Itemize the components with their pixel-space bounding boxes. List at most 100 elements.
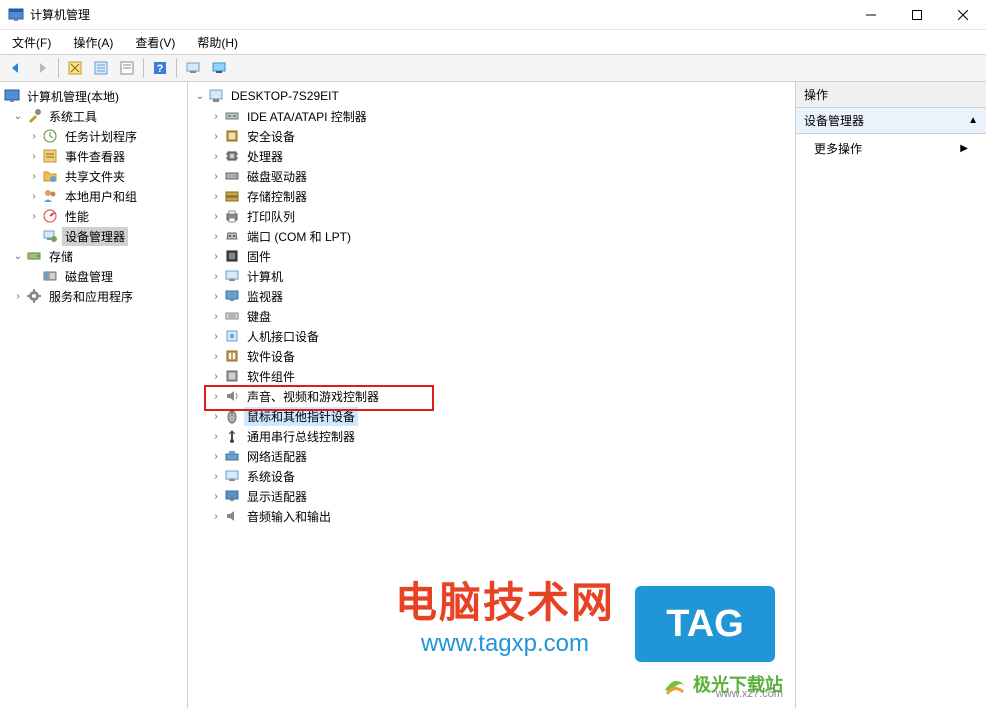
- device-security[interactable]: › 安全设备: [188, 126, 795, 146]
- device-system[interactable]: ›系统设备: [188, 466, 795, 486]
- toolbar: ?: [0, 54, 986, 82]
- chevron-right-icon: ▶: [960, 143, 968, 154]
- expand-icon[interactable]: ›: [210, 210, 222, 222]
- tree-label: 固件: [244, 247, 274, 266]
- tree-device-manager[interactable]: 设备管理器: [0, 226, 187, 246]
- menu-file[interactable]: 文件(F): [8, 32, 55, 53]
- expand-icon[interactable]: ›: [28, 190, 40, 202]
- expand-icon[interactable]: ›: [210, 130, 222, 142]
- ide-icon: [224, 108, 240, 124]
- expand-icon[interactable]: ›: [210, 290, 222, 302]
- tree-label: 安全设备: [244, 127, 298, 146]
- expand-icon[interactable]: ›: [28, 130, 40, 142]
- expand-icon[interactable]: ›: [210, 250, 222, 262]
- menu-action[interactable]: 操作(A): [69, 32, 117, 53]
- expand-icon[interactable]: ›: [210, 270, 222, 282]
- users-icon: [42, 188, 58, 204]
- expand-icon[interactable]: ›: [210, 430, 222, 442]
- device-root[interactable]: ⌄ DESKTOP-7S29EIT: [188, 86, 795, 106]
- show-hide-button[interactable]: [63, 57, 87, 79]
- toolbar-separator: [58, 58, 59, 78]
- expand-icon[interactable]: ›: [210, 410, 222, 422]
- device-print-queue[interactable]: ›打印队列: [188, 206, 795, 226]
- expand-icon[interactable]: ›: [210, 230, 222, 242]
- collapse-icon[interactable]: ⌄: [12, 250, 24, 262]
- expand-icon[interactable]: ›: [210, 190, 222, 202]
- menu-help[interactable]: 帮助(H): [193, 32, 242, 53]
- expand-icon[interactable]: ›: [210, 350, 222, 362]
- tree-storage[interactable]: ⌄ 存储: [0, 246, 187, 266]
- menu-view[interactable]: 查看(V): [131, 32, 179, 53]
- expand-icon[interactable]: ›: [210, 110, 222, 122]
- tree-disk-management[interactable]: 磁盘管理: [0, 266, 187, 286]
- actions-context[interactable]: 设备管理器 ▲: [796, 108, 986, 134]
- tree-root[interactable]: 计算机管理(本地): [0, 86, 187, 106]
- close-button[interactable]: [940, 0, 986, 29]
- device-mouse[interactable]: ›鼠标和其他指针设备: [188, 406, 795, 426]
- device-monitor[interactable]: ›监视器: [188, 286, 795, 306]
- device-software-components[interactable]: ›软件组件: [188, 366, 795, 386]
- expand-icon[interactable]: ›: [28, 170, 40, 182]
- expand-icon[interactable]: ›: [28, 150, 40, 162]
- navigation-tree[interactable]: 计算机管理(本地) ⌄ 系统工具 › 任务计划程序 › 事件查看器 › 共享文件…: [0, 82, 188, 708]
- expand-icon[interactable]: ›: [210, 390, 222, 402]
- device-firmware[interactable]: › 固件: [188, 246, 795, 266]
- properties-button[interactable]: [89, 57, 113, 79]
- back-button[interactable]: [4, 57, 28, 79]
- tree-local-users[interactable]: › 本地用户和组: [0, 186, 187, 206]
- expand-icon[interactable]: ›: [12, 290, 24, 302]
- device-ide[interactable]: ›IDE ATA/ATAPI 控制器: [188, 106, 795, 126]
- device-sound[interactable]: ›声音、视频和游戏控制器: [188, 386, 795, 406]
- expand-icon[interactable]: ›: [210, 490, 222, 502]
- expand-icon[interactable]: ›: [210, 470, 222, 482]
- device-network[interactable]: ›网络适配器: [188, 446, 795, 466]
- expand-icon[interactable]: ›: [210, 330, 222, 342]
- tree-label: 计算机管理(本地): [24, 87, 122, 106]
- expand-icon[interactable]: ›: [210, 450, 222, 462]
- menu-bar: 文件(F) 操作(A) 查看(V) 帮助(H): [0, 30, 986, 54]
- export-button[interactable]: [115, 57, 139, 79]
- device-software-devices[interactable]: ›软件设备: [188, 346, 795, 366]
- download-site-watermark: 极光下载站 www.xz7.com: [661, 670, 783, 698]
- device-keyboard[interactable]: ›键盘: [188, 306, 795, 326]
- device-usb[interactable]: ›通用串行总线控制器: [188, 426, 795, 446]
- cpu-icon: [224, 148, 240, 164]
- device-manager-button[interactable]: [207, 57, 231, 79]
- expand-icon[interactable]: ›: [210, 370, 222, 382]
- device-display[interactable]: ›显示适配器: [188, 486, 795, 506]
- minimize-button[interactable]: [848, 0, 894, 29]
- tree-label: 系统工具: [46, 107, 100, 126]
- tree-label: 音频输入和输出: [244, 507, 334, 526]
- tree-shared-folders[interactable]: › 共享文件夹: [0, 166, 187, 186]
- device-computer[interactable]: ›计算机: [188, 266, 795, 286]
- keyboard-icon: [224, 308, 240, 324]
- device-tree[interactable]: ⌄ DESKTOP-7S29EIT ›IDE ATA/ATAPI 控制器 › 安全…: [188, 82, 796, 708]
- collapse-icon[interactable]: ⌄: [194, 90, 206, 102]
- forward-button[interactable]: [30, 57, 54, 79]
- help-button[interactable]: ?: [148, 57, 172, 79]
- actions-more[interactable]: 更多操作 ▶: [796, 134, 986, 163]
- device-disk-drives[interactable]: ›磁盘驱动器: [188, 166, 795, 186]
- device-audio-io[interactable]: › 音频输入和输出: [188, 506, 795, 526]
- device-cpu[interactable]: ›处理器: [188, 146, 795, 166]
- audio-icon: [224, 508, 240, 524]
- expand-icon[interactable]: ›: [210, 310, 222, 322]
- collapse-icon[interactable]: ⌄: [12, 110, 24, 122]
- device-storage-ctrl[interactable]: ›存储控制器: [188, 186, 795, 206]
- scan-button[interactable]: [181, 57, 205, 79]
- expand-icon[interactable]: ›: [210, 170, 222, 182]
- sound-icon: [224, 388, 240, 404]
- tree-label: 磁盘管理: [62, 267, 116, 286]
- expand-icon[interactable]: ›: [210, 510, 222, 522]
- tree-event-viewer[interactable]: › 事件查看器: [0, 146, 187, 166]
- tree-task-scheduler[interactable]: › 任务计划程序: [0, 126, 187, 146]
- expand-icon[interactable]: ›: [210, 150, 222, 162]
- tree-performance[interactable]: › 性能: [0, 206, 187, 226]
- maximize-button[interactable]: [894, 0, 940, 29]
- device-hid[interactable]: ›人机接口设备: [188, 326, 795, 346]
- collapse-icon[interactable]: ▲: [968, 115, 978, 126]
- tree-system-tools[interactable]: ⌄ 系统工具: [0, 106, 187, 126]
- device-ports[interactable]: ›端口 (COM 和 LPT): [188, 226, 795, 246]
- expand-icon[interactable]: ›: [28, 210, 40, 222]
- tree-services[interactable]: › 服务和应用程序: [0, 286, 187, 306]
